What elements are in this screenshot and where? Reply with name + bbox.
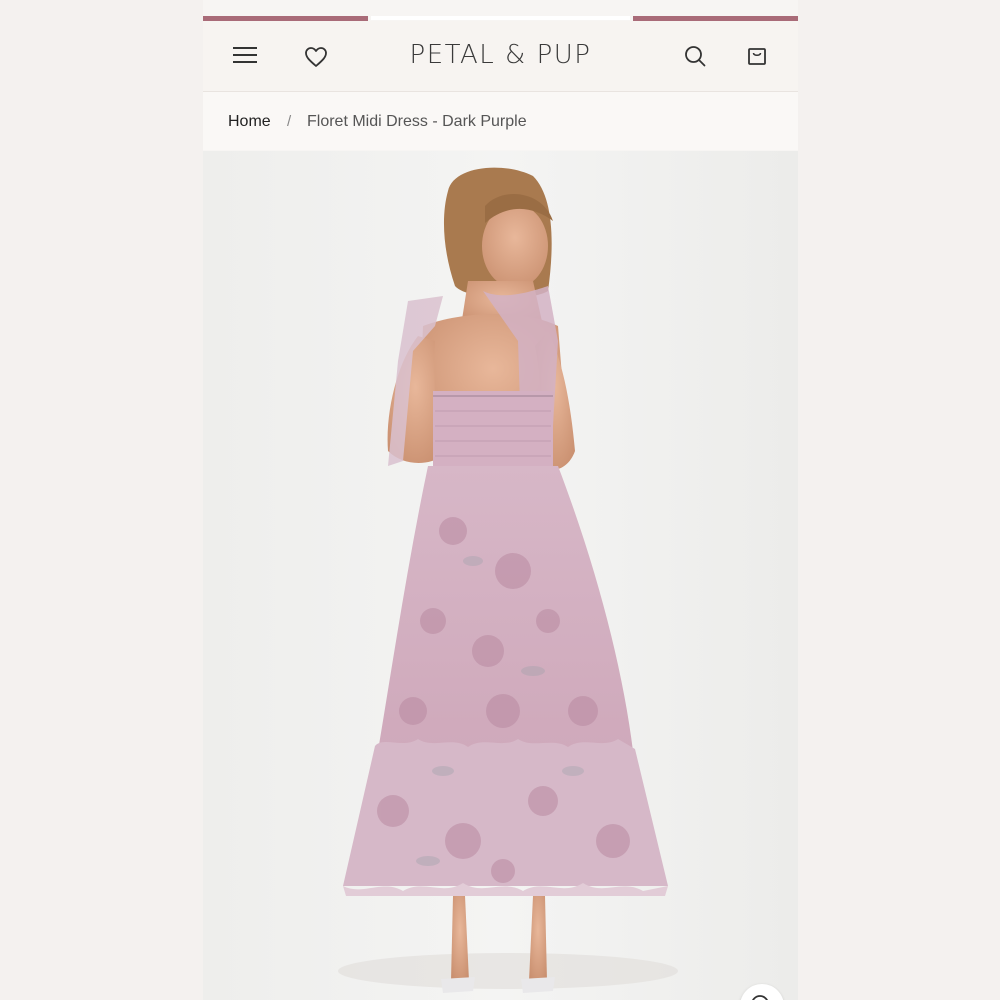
zoom-button[interactable] [740,984,784,1000]
breadcrumb-current-page: Floret Midi Dress - Dark Purple [307,113,527,130]
breadcrumb: Home / Floret Midi Dress - Dark Purple [203,92,798,150]
breadcrumb-separator: / [287,113,292,130]
app-screen: PETAL & PUP Home / Floret Midi Dress - D… [203,0,798,1000]
zoom-icon [752,995,768,1000]
site-header: PETAL & PUP [203,21,798,92]
brand-logo[interactable]: PETAL & PUP [203,40,798,70]
breadcrumb-home-link[interactable]: Home [228,113,271,131]
product-photo-model [203,151,798,1000]
shopping-bag-icon[interactable] [747,44,767,66]
product-image[interactable] [203,151,798,1000]
progress-segment-active [371,16,630,20]
search-icon[interactable] [684,45,706,67]
